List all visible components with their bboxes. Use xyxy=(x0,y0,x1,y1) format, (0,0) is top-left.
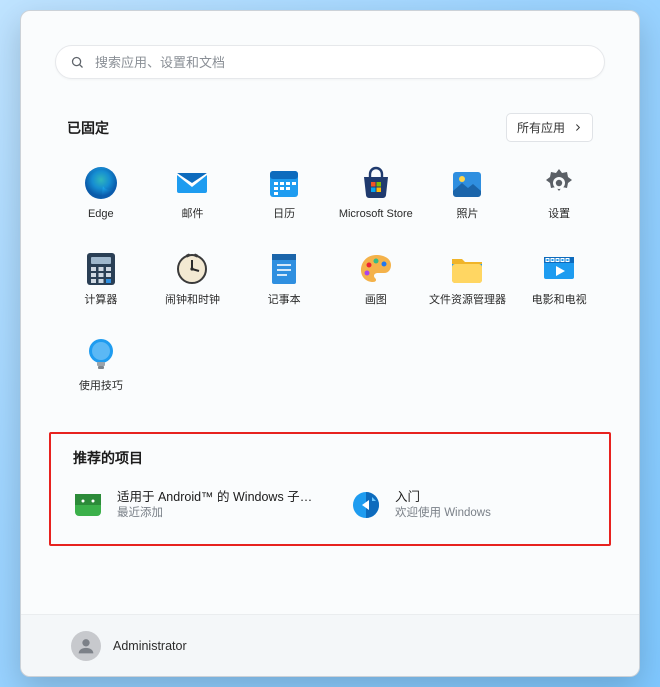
recommended-title: 推荐的项目 xyxy=(73,448,595,468)
app-label: Edge xyxy=(88,208,114,221)
calendar-icon xyxy=(265,164,303,202)
recommended-item-wsa[interactable]: 适用于 Android™ 的 Windows 子系... 最近添加 xyxy=(65,484,323,526)
pinned-header: 已固定 所有应用 xyxy=(67,113,593,142)
search-icon xyxy=(70,55,85,70)
app-tile-store[interactable]: Microsoft Store xyxy=(330,158,422,244)
app-tile-movies[interactable]: 电影和电视 xyxy=(513,244,605,330)
pinned-grid: Edge 邮件 日历 Microsoft Store xyxy=(55,158,605,416)
edge-icon xyxy=(82,164,120,202)
app-label: 使用技巧 xyxy=(79,380,123,393)
app-label: 电影和电视 xyxy=(532,294,587,307)
search-box[interactable] xyxy=(55,45,605,79)
tips-icon xyxy=(82,336,120,374)
recommended-text: 适用于 Android™ 的 Windows 子系... 最近添加 xyxy=(117,489,317,520)
all-apps-label: 所有应用 xyxy=(517,119,565,136)
app-tile-settings[interactable]: 设置 xyxy=(513,158,605,244)
app-tile-tips[interactable]: 使用技巧 xyxy=(55,330,147,416)
calculator-icon xyxy=(82,250,120,288)
app-label: 计算器 xyxy=(84,294,117,307)
app-tile-notepad[interactable]: 记事本 xyxy=(238,244,330,330)
app-tile-explorer[interactable]: 文件资源管理器 xyxy=(422,244,514,330)
app-tile-paint[interactable]: 画图 xyxy=(330,244,422,330)
app-tile-edge[interactable]: Edge xyxy=(55,158,147,244)
movies-tv-icon xyxy=(540,250,578,288)
file-explorer-icon xyxy=(448,250,486,288)
getstarted-icon xyxy=(349,488,383,522)
wsa-icon xyxy=(71,488,105,522)
user-account-button[interactable]: Administrator xyxy=(61,625,197,667)
notepad-icon xyxy=(265,250,303,288)
app-label: 照片 xyxy=(456,208,478,221)
recommended-item-title: 入门 xyxy=(395,489,491,505)
recommended-item-sub: 欢迎使用 Windows xyxy=(395,506,491,521)
clock-icon xyxy=(173,250,211,288)
start-menu-panel: 已固定 所有应用 Edge 邮件 xyxy=(20,10,640,677)
app-tile-mail[interactable]: 邮件 xyxy=(147,158,239,244)
recommended-grid: 适用于 Android™ 的 Windows 子系... 最近添加 入门 欢迎使… xyxy=(65,484,595,526)
start-menu-content: 已固定 所有应用 Edge 邮件 xyxy=(21,11,639,614)
search-input[interactable] xyxy=(95,55,590,70)
paint-icon xyxy=(357,250,395,288)
app-label: 文件资源管理器 xyxy=(429,294,506,307)
recommended-item-title: 适用于 Android™ 的 Windows 子系... xyxy=(117,489,317,505)
app-label: 邮件 xyxy=(181,208,203,221)
app-tile-clock[interactable]: 闹钟和时钟 xyxy=(147,244,239,330)
recommended-item-getstarted[interactable]: 入门 欢迎使用 Windows xyxy=(343,484,595,526)
app-tile-calculator[interactable]: 计算器 xyxy=(55,244,147,330)
recommended-text: 入门 欢迎使用 Windows xyxy=(395,489,491,520)
photos-icon xyxy=(448,164,486,202)
app-label: 闹钟和时钟 xyxy=(165,294,220,307)
recommended-section-highlight: 推荐的项目 适用于 Android™ 的 Windows 子系... 最近添加 xyxy=(49,432,611,546)
user-name-label: Administrator xyxy=(113,639,187,653)
app-tile-calendar[interactable]: 日历 xyxy=(238,158,330,244)
app-label: 画图 xyxy=(365,294,387,307)
app-tile-photos[interactable]: 照片 xyxy=(422,158,514,244)
start-menu-footer: Administrator xyxy=(21,614,639,676)
all-apps-button[interactable]: 所有应用 xyxy=(506,113,593,142)
app-label: 记事本 xyxy=(268,294,301,307)
settings-icon xyxy=(540,164,578,202)
app-label: 日历 xyxy=(273,208,295,221)
app-label: Microsoft Store xyxy=(339,208,413,221)
store-icon xyxy=(357,164,395,202)
app-label: 设置 xyxy=(548,208,570,221)
user-avatar-icon xyxy=(71,631,101,661)
recommended-item-sub: 最近添加 xyxy=(117,506,317,521)
mail-icon xyxy=(173,164,211,202)
chevron-right-icon xyxy=(573,123,582,132)
pinned-title: 已固定 xyxy=(67,118,109,138)
